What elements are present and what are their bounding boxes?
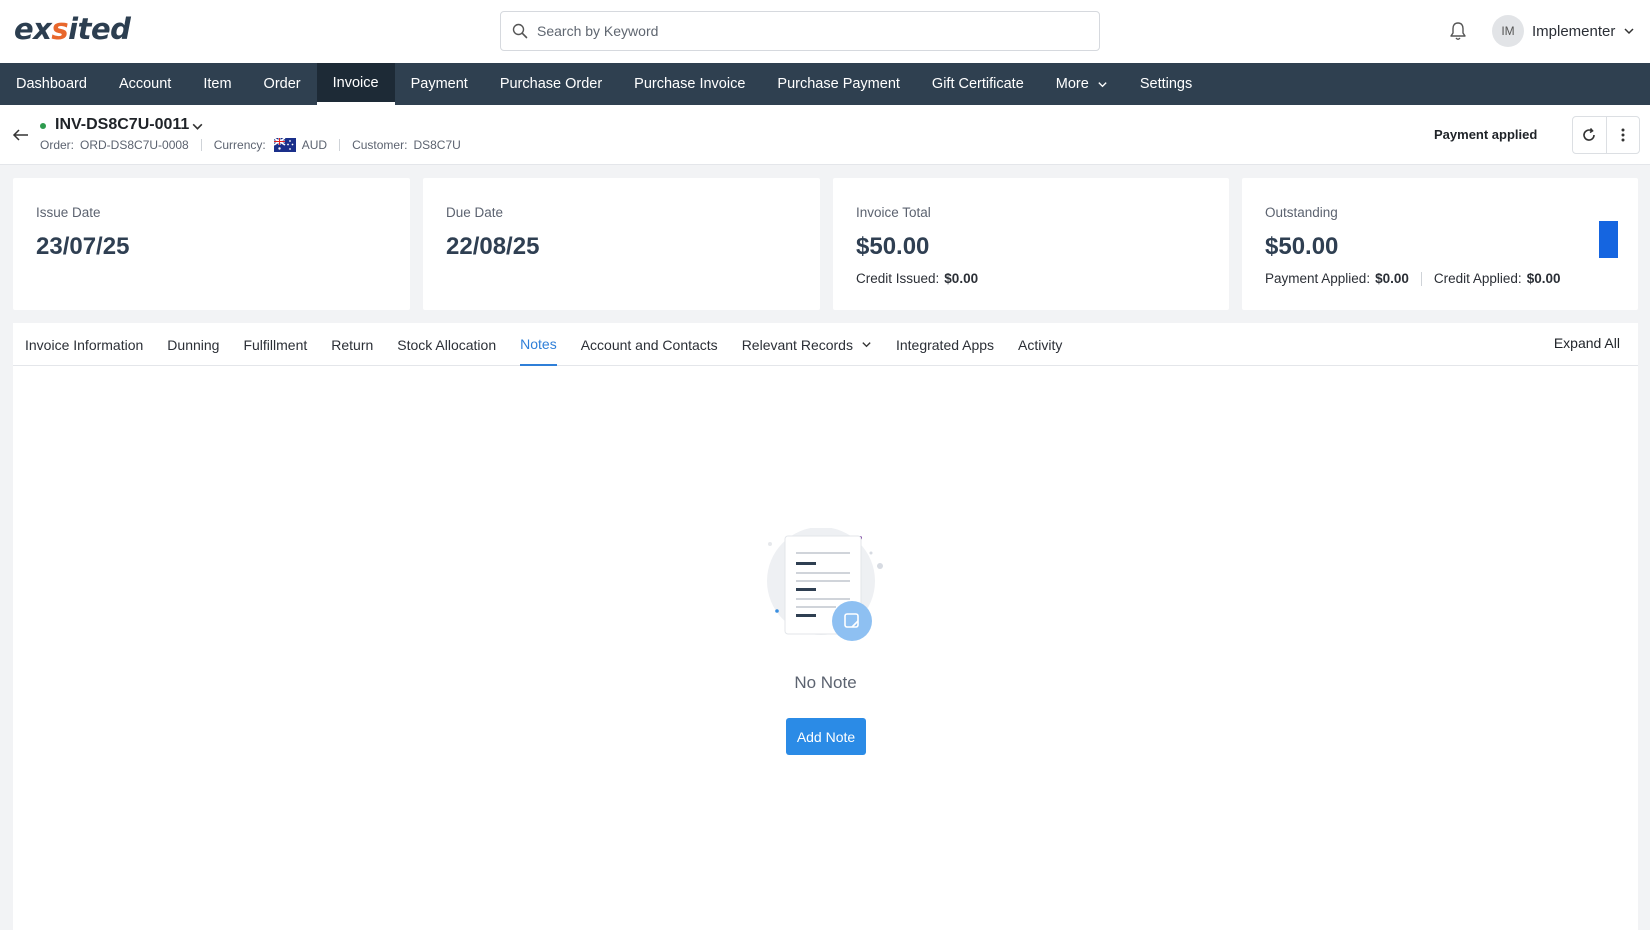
nav-account[interactable]: Account [103, 63, 187, 105]
nav-order[interactable]: Order [248, 63, 317, 105]
invoice-total-card: Invoice Total $50.00 Credit Issued: $0.0… [833, 178, 1229, 310]
detail-panel: Invoice Information Dunning Fulfillment … [13, 323, 1638, 930]
tab-relevant-records-label: Relevant Records [741, 336, 853, 353]
search-icon [512, 23, 528, 39]
divider [1420, 271, 1422, 286]
invoice-id: INV-DS8C7U-0011 [55, 116, 190, 133]
top-header: exsited IM Implementer [0, 0, 1650, 63]
order-label: Order: [40, 138, 75, 152]
exsited-logo[interactable]: exsited [14, 12, 131, 46]
issue-date-card: Issue Date 23/07/25 [13, 178, 410, 310]
applied-amounts: Payment Applied: $0.00 Credit Applied: $… [1265, 271, 1560, 286]
currency-value: AUD [301, 138, 328, 152]
customer-label: Customer: [352, 138, 408, 152]
nav-purchase-order[interactable]: Purchase Order [484, 63, 618, 105]
due-date-label: Due Date [446, 205, 504, 220]
no-note-text: No Note [794, 673, 857, 692]
avatar: IM [1492, 15, 1524, 47]
invoice-total-value: $50.00 [856, 233, 930, 260]
credit-issued: Credit Issued: $0.00 [856, 271, 978, 286]
nav-more[interactable]: More [1040, 63, 1124, 105]
tab-account-and-contacts[interactable]: Account and Contacts [581, 323, 718, 366]
search-input[interactable] [537, 12, 1087, 50]
credit-applied-value: $0.00 [1526, 271, 1561, 286]
chevron-down-icon [1624, 28, 1634, 35]
nav-purchase-invoice[interactable]: Purchase Invoice [618, 63, 761, 105]
outstanding-card: Outstanding $50.00 Payment Applied: $0.0… [1242, 178, 1638, 310]
tab-invoice-information[interactable]: Invoice Information [25, 323, 143, 366]
nav-item[interactable]: Item [187, 63, 247, 105]
nav-settings[interactable]: Settings [1124, 63, 1208, 105]
currency-label: Currency: [213, 138, 266, 152]
tab-relevant-records[interactable]: Relevant Records [742, 323, 872, 366]
tab-stock-allocation[interactable]: Stock Allocation [397, 323, 496, 366]
chevron-down-icon[interactable] [191, 120, 204, 133]
tab-dunning[interactable]: Dunning [167, 323, 219, 366]
nav-gift-certificate[interactable]: Gift Certificate [916, 63, 1040, 105]
chevron-down-icon [1098, 81, 1107, 87]
tab-activity[interactable]: Activity [1018, 323, 1062, 366]
tab-fulfillment[interactable]: Fulfillment [243, 323, 307, 366]
kebab-menu-icon [1621, 128, 1625, 142]
nav-more-label: More [1055, 76, 1089, 92]
tab-return[interactable]: Return [331, 323, 373, 366]
credit-applied-label: Credit Applied: [1433, 271, 1522, 286]
credit-issued-label: Credit Issued: [856, 271, 940, 286]
due-date-card: Due Date 22/08/25 [423, 178, 820, 310]
issue-date-label: Issue Date [36, 205, 101, 220]
more-options-button[interactable] [1605, 117, 1639, 153]
status-dot [40, 123, 46, 129]
refresh-button[interactable] [1573, 117, 1606, 153]
add-note-button[interactable]: Add Note [786, 718, 866, 755]
user-name: Implementer [1532, 22, 1616, 40]
chevron-down-icon [862, 342, 871, 348]
main-nav: Dashboard Account Item Order Invoice Pay… [0, 63, 1650, 105]
expand-all-link[interactable]: Expand All [1554, 335, 1620, 351]
empty-notes-illustration-icon [767, 528, 883, 641]
credit-issued-value: $0.00 [944, 271, 979, 286]
due-date-value: 22/08/25 [446, 233, 540, 260]
nav-purchase-payment[interactable]: Purchase Payment [761, 63, 916, 105]
search-box[interactable] [500, 11, 1100, 51]
payment-status: Payment applied [1434, 127, 1538, 142]
outstanding-indicator [1599, 221, 1618, 258]
record-actions [1572, 116, 1640, 154]
nav-dashboard[interactable]: Dashboard [0, 63, 103, 105]
invoice-total-label: Invoice Total [856, 205, 931, 220]
nav-payment[interactable]: Payment [395, 63, 484, 105]
tab-integrated-apps[interactable]: Integrated Apps [896, 323, 994, 366]
divider [200, 139, 202, 151]
divider [339, 139, 341, 151]
notification-bell-icon[interactable] [1447, 20, 1469, 42]
tab-bar: Invoice Information Dunning Fulfillment … [13, 323, 1638, 366]
record-meta: Order: ORD-DS8C7U-0008 Currency: AUD Cus… [40, 138, 461, 152]
customer-value[interactable]: DS8C7U [413, 138, 460, 152]
issue-date-value: 23/07/25 [36, 233, 130, 260]
order-value[interactable]: ORD-DS8C7U-0008 [80, 138, 189, 152]
outstanding-label: Outstanding [1265, 205, 1338, 220]
australia-flag-icon [273, 138, 296, 152]
payment-applied-value: $0.00 [1375, 271, 1409, 286]
record-header: INV-DS8C7U-0011 Order: ORD-DS8C7U-0008 C… [0, 105, 1650, 165]
user-menu[interactable]: IM Implementer [1492, 14, 1635, 48]
nav-invoice[interactable]: Invoice [316, 63, 395, 105]
tab-notes[interactable]: Notes [520, 323, 557, 366]
refresh-icon [1583, 127, 1596, 141]
back-arrow-icon[interactable] [12, 126, 30, 144]
outstanding-value: $50.00 [1265, 233, 1339, 260]
payment-applied-label: Payment Applied: [1265, 271, 1371, 286]
